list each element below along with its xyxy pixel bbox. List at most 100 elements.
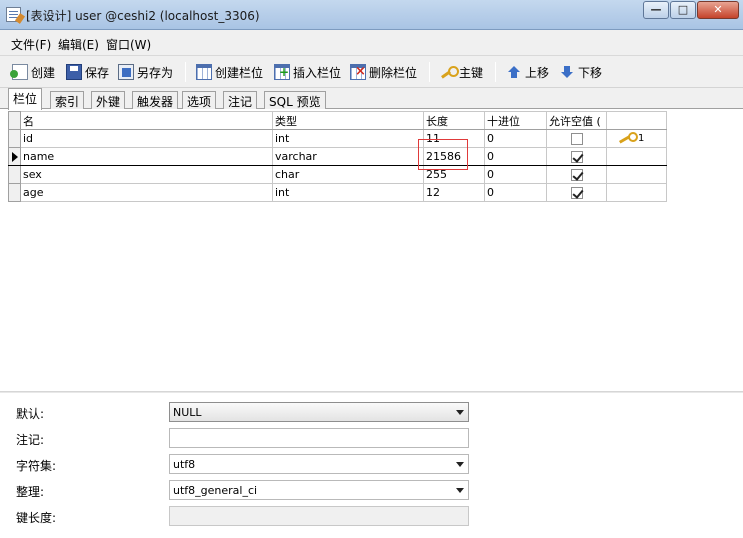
allow-null-checkbox[interactable] xyxy=(571,151,583,163)
arrow-down-icon xyxy=(559,64,575,80)
tab-indexes[interactable]: 索引 xyxy=(50,91,85,109)
tab-triggers[interactable]: 触发器 xyxy=(132,91,179,109)
header-type[interactable]: 类型 xyxy=(272,111,424,130)
arrow-up-icon xyxy=(506,64,522,80)
cell-type[interactable]: int xyxy=(272,183,424,202)
toolbar-separator xyxy=(429,62,430,82)
cell-length[interactable]: 255 xyxy=(423,165,485,184)
save-as-button[interactable]: 另存为 xyxy=(118,63,173,81)
cell-key[interactable]: 1 xyxy=(606,129,667,148)
toolbar: 创建 保存 另存为 创建栏位 插入栏位 删除栏位 主键 上移 下移 xyxy=(0,56,743,88)
chevron-down-icon xyxy=(456,488,464,493)
key-order: 1 xyxy=(638,133,645,144)
header-key[interactable] xyxy=(606,111,667,130)
cell-decimal[interactable]: 0 xyxy=(484,165,547,184)
tab-sql-preview[interactable]: SQL 预览 xyxy=(264,91,326,109)
cell-type[interactable]: varchar xyxy=(272,147,424,166)
title-bar: [表设计] user @ceshi2 (localhost_3306) — □ … xyxy=(0,0,743,30)
chevron-down-icon xyxy=(456,410,464,415)
move-up-button[interactable]: 上移 xyxy=(506,63,549,81)
collation-select[interactable]: utf8_general_ci xyxy=(169,480,469,500)
header-decimal[interactable]: 十进位 xyxy=(484,111,547,130)
default-value: NULL xyxy=(173,406,202,419)
table-row[interactable]: sex char 255 0 xyxy=(8,165,667,184)
allow-null-checkbox[interactable] xyxy=(571,187,583,199)
columns-grid: 名 类型 长度 十进位 允许空值 ( id int 11 0 1 name va… xyxy=(8,111,667,202)
insert-column-button[interactable]: 插入栏位 xyxy=(274,63,341,81)
save-button[interactable]: 保存 xyxy=(66,63,109,81)
tab-columns[interactable]: 栏位 xyxy=(8,88,43,110)
tab-options[interactable]: 选项 xyxy=(182,91,217,109)
charset-value: utf8 xyxy=(173,458,196,471)
cell-name[interactable]: name xyxy=(20,147,273,166)
maximize-button[interactable]: □ xyxy=(670,1,696,19)
row-selector[interactable] xyxy=(8,129,21,148)
cell-allow-null[interactable] xyxy=(546,129,607,148)
primary-key-button[interactable]: 主键 xyxy=(440,63,483,81)
cell-decimal[interactable]: 0 xyxy=(484,147,547,166)
save-as-label: 另存为 xyxy=(137,65,174,80)
charset-select[interactable]: utf8 xyxy=(169,454,469,474)
columns-grid-area: 名 类型 长度 十进位 允许空值 ( id int 11 0 1 name va… xyxy=(0,109,743,391)
header-allow-null[interactable]: 允许空值 ( xyxy=(546,111,607,130)
cell-allow-null[interactable] xyxy=(546,183,607,202)
window-title: [表设计] user @ceshi2 (localhost_3306) xyxy=(26,9,260,23)
row-selector[interactable] xyxy=(8,147,21,166)
primary-key-icon xyxy=(619,132,638,144)
menu-window[interactable]: 窗口(W) xyxy=(106,36,151,53)
key-length-label: 键长度: xyxy=(16,511,57,525)
header-length[interactable]: 长度 xyxy=(423,111,485,130)
cell-name[interactable]: id xyxy=(20,129,273,148)
create-button[interactable]: 创建 xyxy=(10,63,56,81)
comment-field[interactable] xyxy=(169,428,469,448)
toolbar-separator xyxy=(185,62,186,82)
save-icon xyxy=(66,64,82,80)
comment-label: 注记: xyxy=(16,433,45,447)
minimize-button[interactable]: — xyxy=(643,1,669,19)
create-column-button[interactable]: 创建栏位 xyxy=(196,63,263,81)
key-icon xyxy=(440,64,459,80)
table-row[interactable]: id int 11 0 1 xyxy=(8,129,667,148)
cell-key[interactable] xyxy=(606,183,667,202)
cell-decimal[interactable]: 0 xyxy=(484,183,547,202)
delete-column-button[interactable]: 删除栏位 xyxy=(350,63,417,81)
new-file-icon xyxy=(10,64,28,80)
cell-name[interactable]: sex xyxy=(20,165,273,184)
close-button[interactable]: ✕ xyxy=(697,1,739,19)
collation-label: 整理: xyxy=(16,485,45,499)
move-down-button[interactable]: 下移 xyxy=(559,63,602,81)
table-row[interactable]: name varchar 21586 0 xyxy=(8,147,667,166)
menu-edit[interactable]: 编辑(E) xyxy=(58,36,99,53)
header-name[interactable]: 名 xyxy=(20,111,273,130)
grid-header-row: 名 类型 长度 十进位 允许空值 ( xyxy=(8,111,667,130)
cell-type[interactable]: char xyxy=(272,165,424,184)
row-selector[interactable] xyxy=(8,183,21,202)
cell-type[interactable]: int xyxy=(272,129,424,148)
default-select[interactable]: NULL xyxy=(169,402,469,422)
collation-value: utf8_general_ci xyxy=(173,484,258,497)
cell-key[interactable] xyxy=(606,165,667,184)
row-selector[interactable] xyxy=(8,165,21,184)
window-controls: — □ ✕ xyxy=(642,1,739,19)
menu-bar: 文件(F) 编辑(E) 窗口(W) xyxy=(0,30,743,56)
allow-null-checkbox[interactable] xyxy=(571,133,583,145)
cell-allow-null[interactable] xyxy=(546,165,607,184)
tab-foreign-keys[interactable]: 外键 xyxy=(91,91,126,109)
cell-name[interactable]: age xyxy=(20,183,273,202)
current-row-icon xyxy=(12,152,18,162)
row-selector-header xyxy=(8,111,21,130)
cell-length[interactable]: 12 xyxy=(423,183,485,202)
cell-key[interactable] xyxy=(606,147,667,166)
menu-file[interactable]: 文件(F) xyxy=(11,36,51,53)
delete-column-label: 删除栏位 xyxy=(369,65,418,80)
cell-decimal[interactable]: 0 xyxy=(484,129,547,148)
table-row[interactable]: age int 12 0 xyxy=(8,183,667,202)
cell-allow-null[interactable] xyxy=(546,147,607,166)
create-column-icon xyxy=(196,64,212,80)
cell-length[interactable]: 11 xyxy=(423,129,485,148)
create-column-label: 创建栏位 xyxy=(215,65,264,80)
create-label: 创建 xyxy=(31,65,56,80)
tab-comment[interactable]: 注记 xyxy=(223,91,258,109)
cell-length[interactable]: 21586 xyxy=(423,147,485,166)
allow-null-checkbox[interactable] xyxy=(571,169,583,181)
